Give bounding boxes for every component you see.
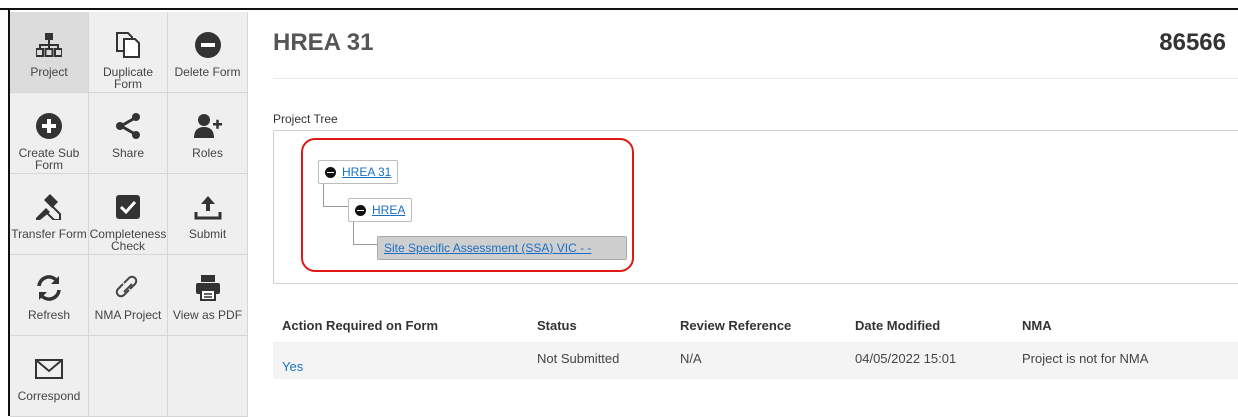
tree-node-link[interactable]: HREA <box>372 203 405 217</box>
duplicate-icon <box>115 28 141 62</box>
tool-label: Roles <box>192 146 223 160</box>
divider <box>273 78 1238 79</box>
plus-circle-icon <box>35 109 63 143</box>
window-left-border <box>0 10 10 416</box>
tool-label: Correspond <box>17 389 81 403</box>
tool-label: NMA Project <box>94 308 162 322</box>
refresh-button[interactable]: Refresh <box>10 255 89 336</box>
collapse-icon[interactable] <box>355 204 366 216</box>
tree-node-hrea[interactable]: HREA <box>348 198 413 222</box>
table-cell: Not Submitted <box>537 351 620 366</box>
tool-label: View as PDF <box>172 308 243 322</box>
project-button[interactable]: Project <box>10 12 89 93</box>
tool-label: Duplicate Form <box>102 65 154 91</box>
action-required-link[interactable]: Yes <box>282 351 537 374</box>
refresh-icon <box>35 271 63 305</box>
window-top-border <box>0 0 1238 10</box>
project-tree-label: Project Tree <box>273 112 338 126</box>
main-content: HREA 31 86566 Project Tree HREA 31 HREA … <box>248 12 1238 416</box>
table-cell: 04/05/2022 15:01 <box>855 351 957 366</box>
delete-form-button[interactable]: Delete Form <box>168 12 248 93</box>
tool-label: Completeness Check <box>89 227 167 253</box>
column-header: Review Reference <box>680 317 792 333</box>
tool-label: Refresh <box>27 308 71 322</box>
roles-button[interactable]: Roles <box>168 93 248 174</box>
collapse-icon[interactable] <box>325 166 336 178</box>
sitemap-icon <box>36 28 62 62</box>
user-plus-icon <box>193 109 222 143</box>
column-header: Action Required on Form <box>282 317 438 333</box>
create-sub-form-button[interactable]: Create Sub Form <box>10 93 89 174</box>
checkbox-icon <box>115 190 141 224</box>
tree-connector <box>353 222 378 245</box>
tool-label: Share <box>111 146 145 160</box>
tree-node-ssa[interactable]: Site Specific Assessment (SSA) VIC - - <box>377 236 627 260</box>
empty-tool-slot <box>89 336 168 417</box>
column-header: Date Modified <box>855 317 941 333</box>
table-cell: N/A <box>680 351 702 366</box>
tool-panel: Project Duplicate Form Delete Form Creat… <box>10 12 248 417</box>
submit-button[interactable]: Submit <box>168 174 248 255</box>
tree-connector <box>323 184 348 207</box>
tree-node-hrea-31[interactable]: HREA 31 <box>318 160 399 184</box>
table-header: Action Required on Form Status Review Re… <box>273 308 1238 343</box>
column-header: NMA <box>1022 317 1052 333</box>
column-header: Status <box>537 317 577 333</box>
tool-label: Transfer Form <box>11 227 87 241</box>
table-row: Yes Not Submitted N/A 04/05/2022 15:01 P… <box>273 343 1238 379</box>
minus-circle-icon <box>194 28 222 62</box>
project-tree-panel <box>273 130 1238 284</box>
tool-label: Create Sub Form <box>18 146 80 172</box>
completeness-check-button[interactable]: Completeness Check <box>89 174 168 255</box>
tree-node-link[interactable]: HREA 31 <box>342 165 391 179</box>
tree-node-link[interactable]: Site Specific Assessment (SSA) VIC - - <box>384 241 591 255</box>
table-cell: Project is not for NMA <box>1022 351 1149 366</box>
transfer-form-button[interactable]: Transfer Form <box>10 174 89 255</box>
tool-label: Submit <box>188 227 227 241</box>
nma-project-button[interactable]: NMA Project <box>89 255 168 336</box>
transfer-icon <box>34 190 64 224</box>
duplicate-form-button[interactable]: Duplicate Form <box>89 12 168 93</box>
printer-icon <box>194 271 222 305</box>
share-icon <box>114 109 142 143</box>
share-button[interactable]: Share <box>89 93 168 174</box>
empty-tool-slot <box>168 336 248 417</box>
project-number: 86566 <box>1159 29 1226 56</box>
link-icon <box>115 271 141 305</box>
envelope-icon <box>35 352 63 386</box>
page-title: HREA 31 <box>273 29 374 56</box>
upload-icon <box>194 190 222 224</box>
form-status-table: Action Required on Form Status Review Re… <box>273 308 1238 379</box>
tool-label: Delete Form <box>174 65 241 79</box>
correspond-button[interactable]: Correspond <box>10 336 89 417</box>
view-as-pdf-button[interactable]: View as PDF <box>168 255 248 336</box>
tool-label: Project <box>30 65 68 79</box>
